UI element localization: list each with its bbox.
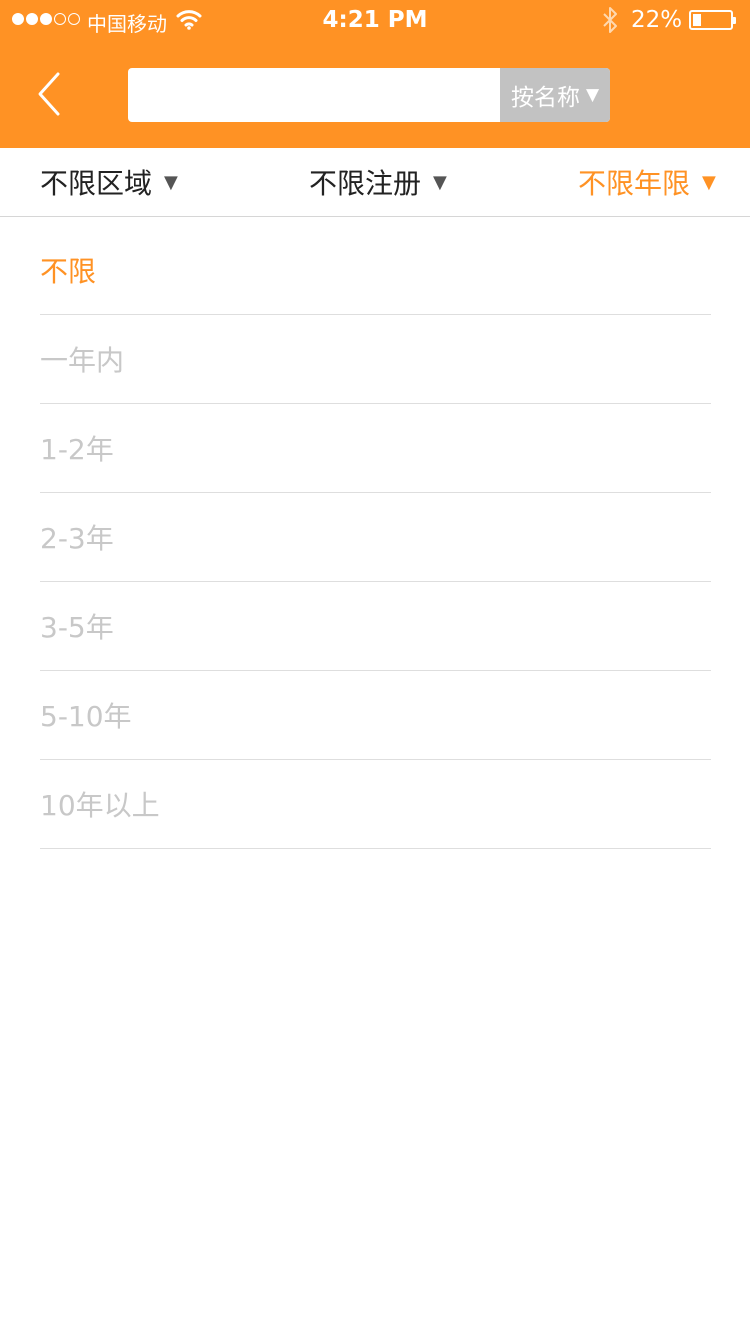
signal-strength-icon [12, 13, 80, 27]
bluetooth-icon [603, 7, 617, 33]
signal-dot [68, 13, 80, 25]
filter-years-dropdown[interactable]: 不限年限 ▼ [578, 148, 716, 216]
signal-dot [54, 13, 66, 25]
year-options-list: 不限 一年内 1-2年 2-3年 3-5年 5-10年 10年以上 [40, 226, 711, 849]
header-bar: 中国移动 4:21 PM 22% 按名称 ▼ [0, 0, 750, 148]
filter-area-dropdown[interactable]: 不限区域 ▼ [40, 148, 178, 216]
filter-registration-label: 不限注册 [309, 167, 422, 200]
year-option[interactable]: 5-10年 [40, 671, 711, 760]
signal-dot [26, 13, 38, 25]
chevron-left-icon [38, 72, 60, 116]
battery-icon [689, 10, 736, 30]
caret-down-icon: ▼ [702, 171, 716, 193]
caret-down-icon: ▼ [585, 85, 600, 105]
filter-years-label: 不限年限 [578, 167, 691, 200]
clock-time: 4:21 PM [322, 7, 428, 33]
signal-dot [12, 13, 24, 25]
filter-area-label: 不限区域 [40, 167, 153, 200]
search-input[interactable] [128, 68, 500, 122]
year-option[interactable]: 1-2年 [40, 404, 711, 493]
filter-registration-dropdown[interactable]: 不限注册 ▼ [309, 148, 447, 216]
search-type-dropdown[interactable]: 按名称 ▼ [500, 68, 610, 122]
year-option[interactable]: 2-3年 [40, 493, 711, 582]
battery-fill [693, 14, 701, 26]
year-option[interactable]: 不限 [40, 226, 711, 315]
signal-dot [40, 13, 52, 25]
year-option[interactable]: 一年内 [40, 315, 711, 404]
year-option[interactable]: 3-5年 [40, 582, 711, 671]
caret-down-icon: ▼ [433, 171, 447, 193]
search-type-label: 按名称 [510, 85, 580, 111]
caret-down-icon: ▼ [164, 171, 178, 193]
search-box: 按名称 ▼ [128, 68, 610, 122]
wifi-icon [176, 10, 202, 30]
status-bar: 中国移动 4:21 PM 22% [0, 0, 750, 40]
year-option[interactable]: 10年以上 [40, 760, 711, 849]
carrier-name: 中国移动 [87, 12, 167, 36]
battery-percent: 22% [631, 7, 683, 33]
back-button[interactable] [28, 66, 76, 122]
filter-bar: 不限区域 ▼ 不限注册 ▼ 不限年限 ▼ [0, 148, 750, 217]
